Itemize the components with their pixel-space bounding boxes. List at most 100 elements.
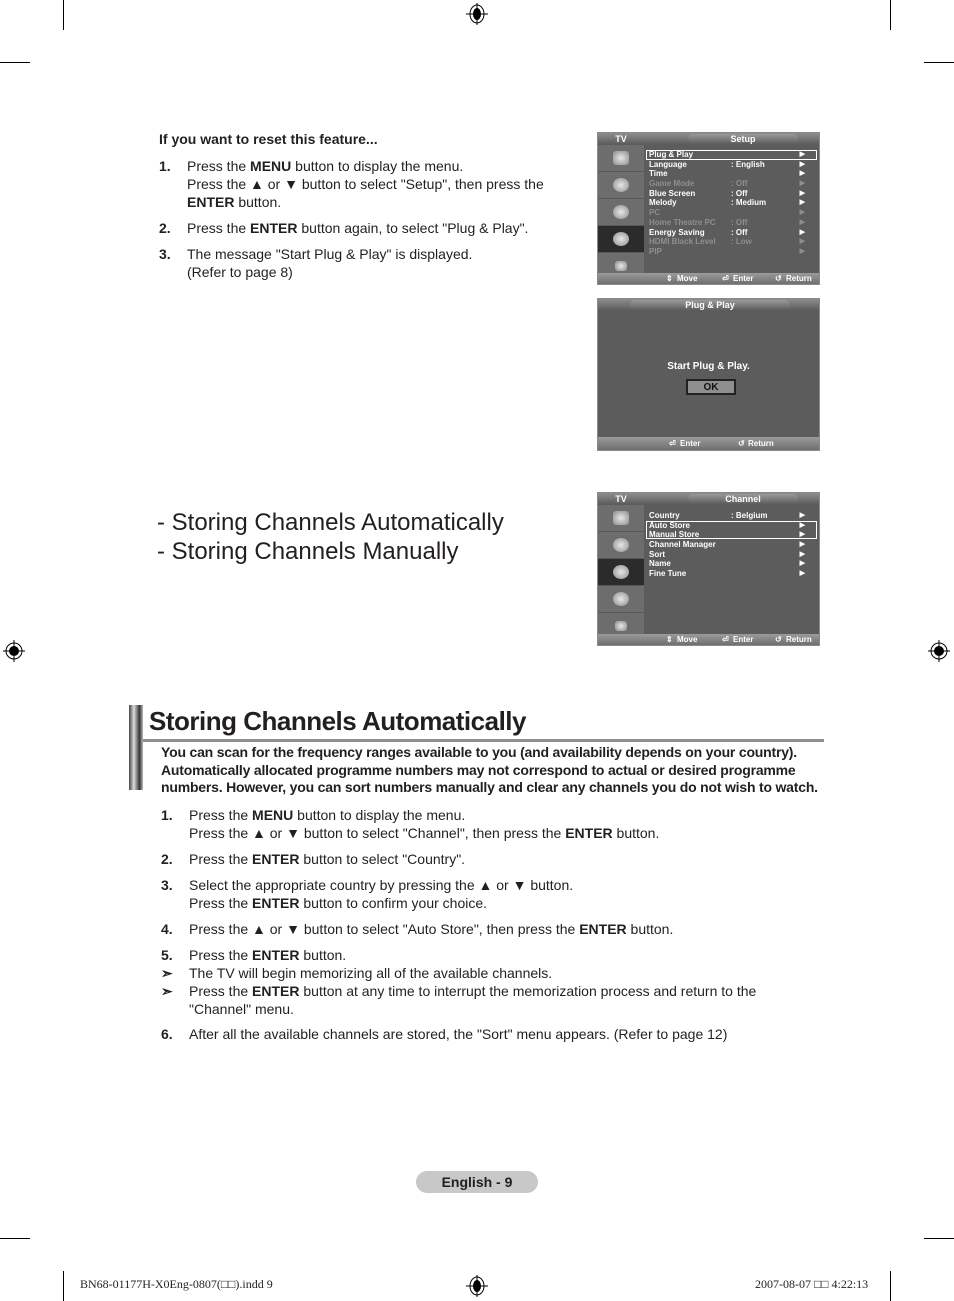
plug-play-dialog: Plug & Play Start Plug & Play. OK ⏎ Enter… [597, 298, 820, 451]
menu-item-energy-saving[interactable]: Energy Saving: Off ▶ [649, 228, 813, 238]
arrow-right-icon: ▶ [799, 247, 805, 255]
step-6: 6. After all the available channels are … [161, 1025, 821, 1043]
arrow-right-icon: ▶ [799, 180, 805, 188]
picture-icon[interactable] [598, 145, 644, 172]
sound-icon[interactable] [598, 532, 644, 559]
section-intro: You can scan for the frequency ranges av… [161, 744, 818, 795]
step-number: 1. [161, 807, 173, 823]
menu-item-game-mode: Game Mode: Off ▶ [649, 179, 805, 189]
move-icon: ⇕ [666, 635, 673, 644]
menu-item-hdmi-black-level: HDMI Black Level: Low ▶ [649, 237, 805, 247]
print-slug-date: 2007-08-07 □□ 4:22:13 [755, 1277, 869, 1291]
menu-item-home-theatre-pc: Home Theatre PC: Off ▶ [649, 217, 805, 227]
enter-icon: ⏎ [722, 635, 729, 644]
enter-icon: ⏎ [669, 439, 676, 448]
step-text: Press the [187, 220, 251, 236]
reset-step-1: 1. Press the MENU button to display the … [159, 157, 569, 211]
menu-item-name[interactable]: Name ▶ [649, 559, 813, 569]
step-number: 3. [159, 246, 171, 262]
arrow-right-icon: ▶ [799, 550, 805, 558]
tv-label: TV [615, 494, 627, 504]
arrow-right-icon: ▶ [799, 151, 805, 158]
menu-item-melody[interactable]: Melody: Medium ▶ [649, 198, 813, 208]
menu-title: Channel [688, 494, 798, 504]
ok-button[interactable]: OK [686, 379, 736, 395]
menu-item-blue-screen[interactable]: Blue Screen: Off ▶ [649, 189, 813, 199]
menu-item-manual-store[interactable]: Manual Store ▶ [649, 530, 813, 540]
menu-item-auto-store[interactable]: Auto Store ▶ [649, 521, 813, 531]
picture-icon[interactable] [598, 505, 644, 532]
page-number-badge: English - 9 [416, 1171, 538, 1193]
page-reference: (Refer to page 8) [187, 264, 293, 280]
registration-mark-icon [466, 1275, 488, 1297]
arrow-right-icon: ▶ [799, 160, 805, 168]
step-number: 5. [161, 947, 173, 963]
osd-sidebar [598, 505, 644, 640]
dialog-title: Plug & Play [630, 300, 790, 310]
step-text: The message "Start Plug & Play" is displ… [187, 246, 473, 262]
footer-enter: Enter [733, 274, 754, 283]
footer-move: Move [677, 635, 698, 644]
step-5: 5. Press the ENTER button. [161, 947, 347, 963]
arrow-right-icon: ▶ [799, 238, 805, 246]
crop-mark [63, 1271, 64, 1301]
step-1: 1. Press the MENU button to display the … [161, 807, 660, 841]
sound-icon[interactable] [598, 172, 644, 199]
section-rule [143, 739, 824, 742]
tv-label: TV [615, 134, 627, 144]
menu-item-sort[interactable]: Sort ▶ [649, 550, 813, 560]
osd-footer: ⏎ Enter ↺ Return [598, 437, 819, 450]
link-storing-automatically[interactable]: - Storing Channels Automatically [157, 508, 504, 537]
footer-enter: Enter [680, 439, 701, 448]
arrow-right-icon: ▶ [799, 570, 805, 578]
menu-item-channel-manager[interactable]: Channel Manager ▶ [649, 540, 813, 550]
arrow-right-icon: ▶ [799, 521, 805, 529]
step-text: button again, to select "Plug & Play". [297, 220, 529, 236]
reset-step-3: 3. The message "Start Plug & Play" is di… [159, 245, 569, 281]
step-number: 3. [161, 877, 173, 893]
registration-mark-icon [3, 640, 25, 662]
note-1: ➣ The TV will begin memorizing all of th… [161, 964, 821, 982]
setup-icon[interactable] [598, 586, 644, 613]
section-links: - Storing Channels Automatically - Stori… [157, 508, 504, 566]
reset-section-title: If you want to reset this feature... [159, 131, 378, 147]
print-slug-file: BN68-01177H-X0Eng-0807(□□).indd 9 [80, 1277, 273, 1291]
return-icon: ↺ [775, 635, 782, 644]
setup-icon[interactable] [598, 226, 644, 253]
reset-step-2: 2. Press the ENTER button again, to sele… [159, 219, 569, 237]
channel-icon[interactable] [598, 559, 644, 586]
menu-item-fine-tune[interactable]: Fine Tune ▶ [649, 569, 813, 579]
channel-icon[interactable] [598, 199, 644, 226]
link-storing-manually[interactable]: - Storing Channels Manually [157, 537, 504, 566]
step-text: Press the ▲ or ▼ button to select "Setup… [187, 176, 544, 192]
footer-return: Return [748, 439, 774, 448]
menu-title: Setup [688, 134, 798, 144]
arrow-right-icon: ▶ [799, 209, 805, 217]
menu-item-country[interactable]: Country: Belgium ▶ [649, 511, 813, 521]
move-icon: ⇕ [666, 274, 673, 283]
registration-mark-icon [466, 3, 488, 25]
menu-item-language[interactable]: Language: English ▶ [649, 160, 813, 170]
enter-icon: ⏎ [722, 274, 729, 283]
enter-key: ENTER [250, 220, 298, 236]
setup-menu-items: Plug & Play ▶ Language: English ▶ Time ▶ Ga… [649, 150, 813, 257]
crop-mark [0, 1238, 30, 1239]
arrow-right-icon: ▶ [799, 560, 805, 568]
arrow-right-icon: ▶ [799, 512, 805, 519]
step-text: button to display the menu. [291, 158, 464, 174]
arrow-right-icon: ▶ [799, 228, 805, 236]
osd-footer: ⇕ Move ⏎ Enter ↺ Return [598, 273, 819, 284]
crop-mark [63, 0, 64, 30]
step-number: 6. [161, 1026, 173, 1042]
step-4: 4. Press the ▲ or ▼ button to select "Au… [161, 921, 674, 937]
menu-key: MENU [250, 158, 292, 174]
return-icon: ↺ [738, 439, 745, 448]
menu-item-pip: PIP ▶ [649, 246, 805, 256]
menu-item-time[interactable]: Time ▶ [649, 169, 813, 179]
footer-move: Move [677, 274, 698, 283]
menu-item-plug-play[interactable]: Plug & Play ▶ [649, 150, 813, 160]
note-2: ➣ Press the ENTER button at any time to … [161, 983, 757, 1017]
crop-mark [890, 1271, 891, 1301]
crop-mark [924, 62, 954, 63]
arrow-right-icon: ▶ [799, 218, 805, 226]
